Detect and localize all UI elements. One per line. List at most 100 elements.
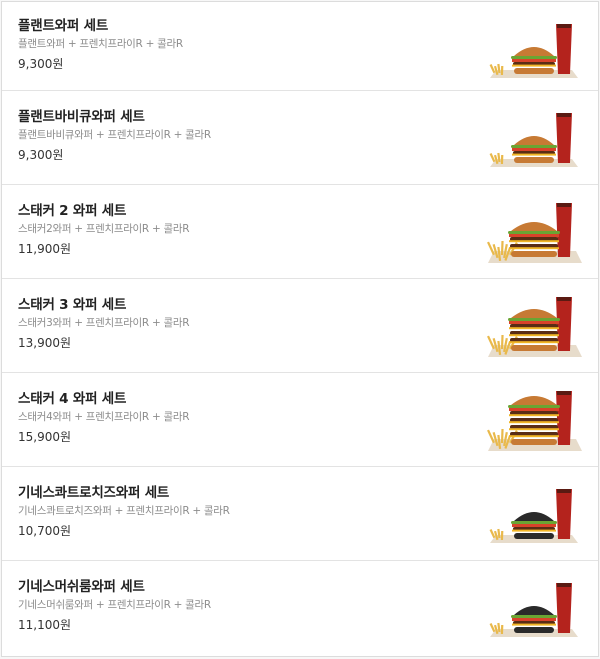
fries-shape [489, 529, 496, 539]
cola-lid-shape [557, 391, 571, 395]
bottom-bun-shape [514, 157, 554, 163]
menu-item-price: 11,900원 [18, 242, 72, 256]
cola-lid-shape [557, 24, 571, 28]
cola-lid-shape [557, 203, 571, 207]
menu-item-name: 스태커 3 와퍼 세트 [18, 297, 127, 313]
cheese-shape [512, 529, 556, 532]
tomato-shape [512, 59, 556, 62]
menu-item-name: 기네스콰트로치즈와퍼 세트 [18, 485, 170, 501]
plant-bbq-whopper-set-burger-image [489, 113, 578, 167]
fries-shape [500, 65, 504, 76]
cheese-shape [512, 64, 556, 67]
menu-item-description: 스태커3와퍼 + 프렌치프라이R + 콜라R [18, 317, 190, 329]
top-bun-shape [514, 606, 554, 615]
menu-item[interactable]: 플랜트바비큐와퍼 세트 플랜트바비큐와퍼 + 프렌치프라이R + 콜라R 9,3… [2, 91, 598, 185]
top-bun-shape [511, 309, 557, 318]
menu-item[interactable]: 기네스머쉬룸와퍼 세트 기네스머쉬룸와퍼 + 프렌치프라이R + 콜라R 11,… [2, 561, 598, 657]
stacker-4-whopper-set-burger-image [487, 391, 582, 451]
cheese-shape [509, 240, 559, 243]
cheese-shape [509, 428, 559, 431]
cheese-shape [509, 334, 559, 337]
cheese-shape [509, 327, 559, 330]
bottom-bun-shape [511, 439, 557, 445]
menu-item-name: 스태커 4 와퍼 세트 [18, 391, 127, 407]
menu-item-description: 기네스머쉬룸와퍼 + 프렌치프라이R + 콜라R [18, 599, 211, 611]
tomato-shape [509, 234, 559, 237]
menu-item-text: 스태커 2 와퍼 세트 스태커2와퍼 + 프렌치프라이R + 콜라R 11,90… [18, 202, 190, 258]
bottom-bun-shape [514, 533, 554, 539]
menu-item[interactable]: 기네스콰트로치즈와퍼 세트 기네스콰트로치즈와퍼 + 프렌치프라이R + 콜라R… [2, 467, 598, 561]
cheese-shape [509, 341, 559, 344]
cola-cup-shape [556, 489, 572, 539]
lettuce-shape [511, 615, 557, 618]
guinness-mushroom-whopper-set-burger-image [489, 583, 578, 637]
top-bun-shape [511, 222, 557, 231]
menu-item[interactable]: 플랜트와퍼 세트 플랜트와퍼 + 프렌치프라이R + 콜라R 9,300원 [2, 2, 598, 91]
cheese-shape [512, 623, 556, 626]
fries-shape [489, 64, 496, 74]
fries-shape [489, 153, 496, 163]
plant-whopper-set-burger-image [489, 24, 578, 78]
cheese-shape [509, 421, 559, 424]
cola-cup-shape [556, 24, 572, 74]
tomato-shape [512, 524, 556, 527]
menu-item-price: 11,100원 [18, 618, 72, 632]
menu-item-text: 기네스머쉬룸와퍼 세트 기네스머쉬룸와퍼 + 프렌치프라이R + 콜라R 11,… [18, 578, 211, 634]
menu-item[interactable]: 스태커 4 와퍼 세트 스태커4와퍼 + 프렌치프라이R + 콜라R 15,90… [2, 373, 598, 467]
top-bun-shape [514, 136, 554, 145]
menu-item[interactable]: 스태커 3 와퍼 세트 스태커3와퍼 + 프렌치프라이R + 콜라R 13,90… [2, 279, 598, 373]
menu-item-price: 15,900원 [18, 430, 72, 444]
menu-item-text: 플랜트와퍼 세트 플랜트와퍼 + 프렌치프라이R + 콜라R 9,300원 [18, 17, 183, 73]
cola-cup-shape [556, 113, 572, 163]
cola-lid-shape [557, 583, 571, 587]
cheese-shape [509, 247, 559, 250]
tomato-shape [512, 618, 556, 621]
cheese-shape [509, 414, 559, 417]
tomato-shape [509, 408, 559, 411]
lettuce-shape [511, 521, 557, 524]
bottom-bun-shape [514, 627, 554, 633]
lettuce-shape [508, 405, 560, 408]
menu-item-name: 플랜트와퍼 세트 [18, 18, 109, 34]
menu-item-description: 플랜트와퍼 + 프렌치프라이R + 콜라R [18, 38, 183, 50]
fries-shape [500, 624, 504, 635]
menu-item-description: 스태커4와퍼 + 프렌치프라이R + 콜라R [18, 411, 190, 423]
fries-shape [500, 530, 504, 541]
menu-item-text: 스태커 3 와퍼 세트 스태커3와퍼 + 프렌치프라이R + 콜라R 13,90… [18, 296, 190, 352]
top-bun-shape [511, 396, 557, 405]
fries-shape [500, 154, 504, 165]
tomato-shape [509, 321, 559, 324]
top-bun-shape [514, 512, 554, 521]
menu-list: 플랜트와퍼 세트 플랜트와퍼 + 프렌치프라이R + 콜라R 9,300원 플랜… [1, 1, 599, 657]
menu-item-description: 플랜트바비큐와퍼 + 프렌치프라이R + 콜라R [18, 129, 211, 141]
tomato-shape [512, 148, 556, 151]
menu-item-description: 스태커2와퍼 + 프렌치프라이R + 콜라R [18, 223, 190, 235]
menu-item[interactable]: 스태커 2 와퍼 세트 스태커2와퍼 + 프렌치프라이R + 콜라R 11,90… [2, 185, 598, 279]
menu-item-description: 기네스콰트로치즈와퍼 + 프렌치프라이R + 콜라R [18, 505, 230, 517]
cheese-shape [509, 435, 559, 438]
menu-item-name: 기네스머쉬룸와퍼 세트 [18, 579, 145, 595]
cola-lid-shape [557, 297, 571, 301]
stacker-3-whopper-set-burger-image [487, 297, 582, 357]
menu-item-name: 스태커 2 와퍼 세트 [18, 203, 127, 219]
menu-item-price: 10,700원 [18, 524, 72, 538]
menu-item-price: 13,900원 [18, 336, 72, 350]
bottom-bun-shape [514, 68, 554, 74]
fries-shape [489, 623, 496, 633]
cola-lid-shape [557, 113, 571, 117]
stacker-2-whopper-set-burger-image [487, 203, 582, 263]
top-bun-shape [514, 47, 554, 56]
cola-cup-shape [556, 583, 572, 633]
menu-item-price: 9,300원 [18, 57, 64, 71]
cheese-shape [512, 153, 556, 156]
cola-lid-shape [557, 489, 571, 493]
lettuce-shape [511, 56, 557, 59]
bottom-bun-shape [511, 251, 557, 257]
menu-item-text: 스태커 4 와퍼 세트 스태커4와퍼 + 프렌치프라이R + 콜라R 15,90… [18, 390, 190, 446]
menu-item-text: 플랜트바비큐와퍼 세트 플랜트바비큐와퍼 + 프렌치프라이R + 콜라R 9,3… [18, 108, 211, 164]
menu-item-text: 기네스콰트로치즈와퍼 세트 기네스콰트로치즈와퍼 + 프렌치프라이R + 콜라R… [18, 484, 230, 540]
lettuce-shape [508, 318, 560, 321]
lettuce-shape [511, 145, 557, 148]
menu-item-name: 플랜트바비큐와퍼 세트 [18, 109, 145, 125]
guinness-quattro-cheese-whopper-set-burger-image [489, 489, 578, 543]
